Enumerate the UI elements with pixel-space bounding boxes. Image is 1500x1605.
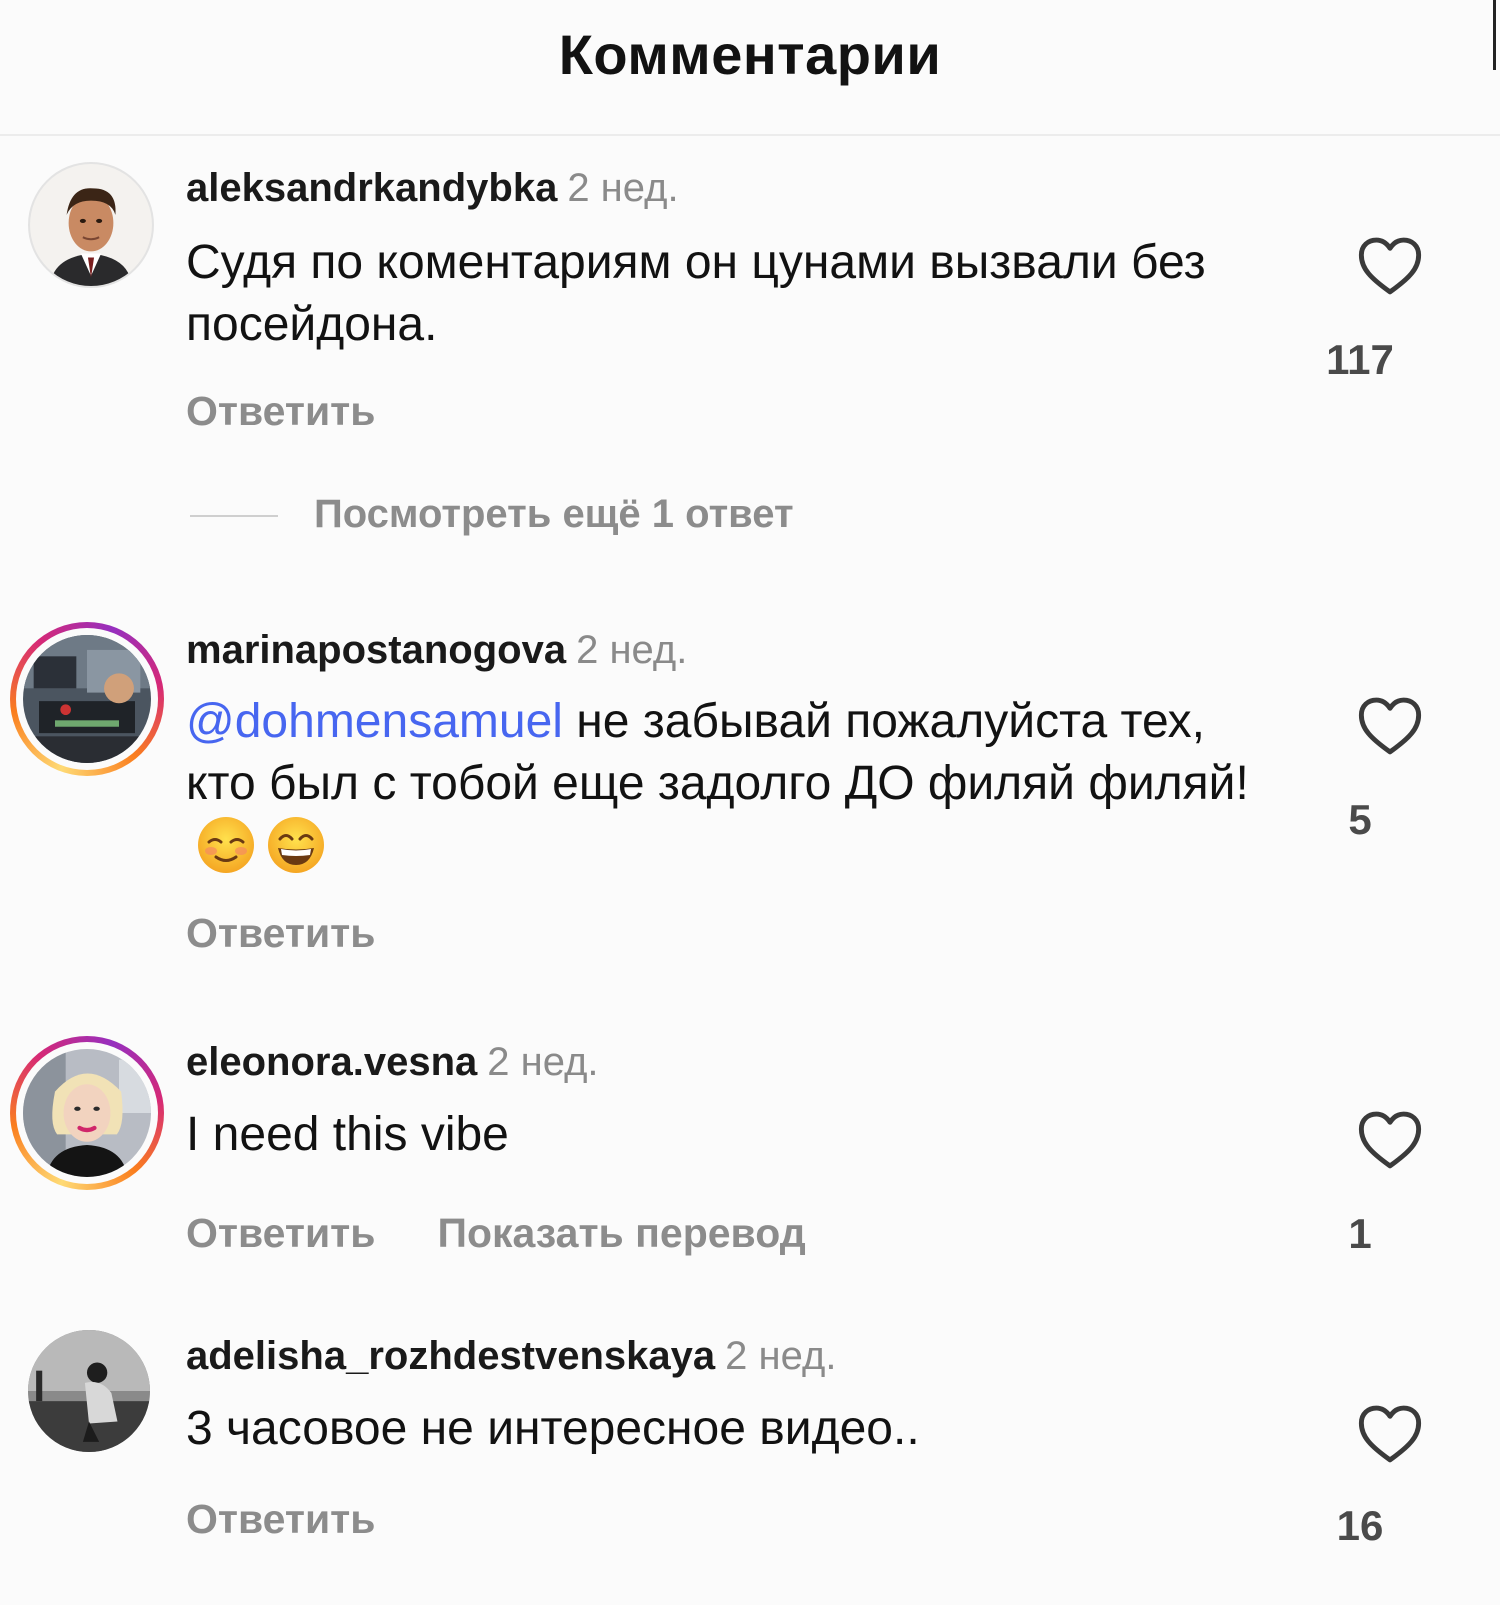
avatar: [23, 1049, 151, 1177]
comments-header: Комментарии: [0, 0, 1500, 136]
like-count: 117: [1326, 336, 1394, 383]
timestamp: 2 нед.: [725, 1334, 837, 1378]
username[interactable]: aleksandrkandybka: [186, 166, 557, 210]
timestamp: 2 нед.: [576, 628, 688, 672]
username[interactable]: adelisha_rozhdestvenskaya: [186, 1334, 715, 1378]
grinning-emoji: [266, 815, 326, 875]
show-translation-button[interactable]: Показать перевод: [437, 1210, 805, 1256]
like-button[interactable]: [1355, 696, 1425, 756]
comment-meta: eleonora.vesna 2 нед.: [186, 1040, 599, 1085]
like-count: 1: [1348, 1210, 1372, 1257]
smiling-blush-emoji: [196, 815, 256, 875]
reply-button[interactable]: Ответить: [186, 1210, 375, 1256]
avatar: [23, 635, 151, 763]
username[interactable]: eleonora.vesna: [186, 1040, 477, 1084]
like-button[interactable]: [1355, 236, 1425, 296]
like-count: 5: [1348, 796, 1372, 843]
comment-text: I need this vibe: [186, 1108, 509, 1161]
reply-row: Ответить: [186, 388, 375, 435]
like-button[interactable]: [1355, 1404, 1425, 1464]
timestamp: 2 нед.: [567, 166, 679, 210]
reply-row: Ответить: [186, 910, 375, 957]
timestamp: 2 нед.: [487, 1040, 599, 1084]
heart-outline-icon: [1358, 1405, 1422, 1463]
comment-text: @dohmensamuel не забывай пожалуйста тех,…: [186, 691, 1286, 879]
reply-row: Ответить Показать перевод: [186, 1210, 806, 1257]
reply-row: Ответить: [186, 1496, 375, 1543]
window-edge: [1493, 0, 1496, 70]
comment-text: Судя по коментариям он цунами вызвали бе…: [186, 236, 1206, 351]
view-more-replies-label: Посмотреть ещё 1 ответ: [314, 492, 794, 536]
reply-button[interactable]: Ответить: [186, 910, 375, 956]
heart-outline-icon: [1358, 1111, 1422, 1169]
view-more-replies[interactable]: Посмотреть ещё 1 ответ: [190, 492, 794, 537]
comment-meta: marinapostanogova 2 нед.: [186, 628, 687, 673]
avatar-story-ring[interactable]: [10, 622, 164, 776]
page-title: Комментарии: [558, 23, 942, 86]
avatar[interactable]: [28, 162, 154, 288]
comment-text: 3 часовое не интересное видео..: [186, 1402, 920, 1455]
comment-meta: aleksandrkandybka 2 нед.: [186, 166, 679, 211]
like-count: 16: [1336, 1502, 1384, 1549]
heart-outline-icon: [1358, 237, 1422, 295]
avatar[interactable]: [28, 1330, 150, 1452]
reply-button[interactable]: Ответить: [186, 1496, 375, 1542]
username[interactable]: marinapostanogova: [186, 628, 566, 672]
comment-meta: adelisha_rozhdestvenskaya 2 нед.: [186, 1334, 836, 1379]
mention-link[interactable]: @dohmensamuel: [186, 695, 563, 748]
reply-button[interactable]: Ответить: [186, 388, 375, 434]
heart-outline-icon: [1358, 697, 1422, 755]
like-button[interactable]: [1355, 1110, 1425, 1170]
avatar-story-ring[interactable]: [10, 1036, 164, 1190]
thread-line: [190, 515, 278, 518]
